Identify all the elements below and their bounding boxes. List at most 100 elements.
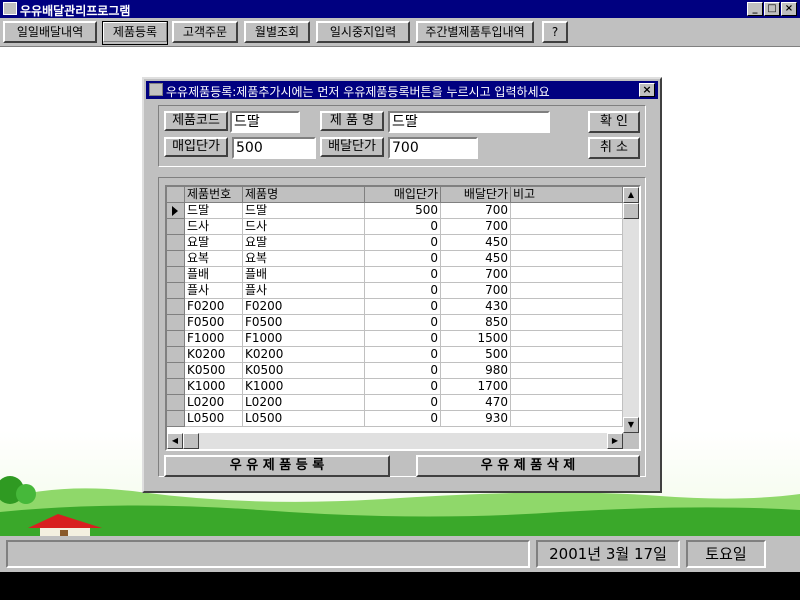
cell-buy-price[interactable]: 0 [365, 363, 441, 379]
table-row[interactable]: 요복 요복 0 450 [167, 251, 623, 267]
cell-name[interactable]: 드딸 [243, 203, 365, 219]
cell-sell-price[interactable]: 700 [441, 219, 511, 235]
cell-buy-price[interactable]: 0 [365, 331, 441, 347]
grid-header-buy-price[interactable]: 매입단가 [365, 187, 441, 203]
row-selector[interactable] [167, 203, 185, 219]
minimize-button[interactable]: _ [747, 2, 763, 16]
toolbar-monthly-query-button[interactable]: 월별조회 [244, 21, 310, 43]
table-row[interactable]: 플사 플사 0 700 [167, 283, 623, 299]
row-selector[interactable] [167, 331, 185, 347]
row-selector[interactable] [167, 395, 185, 411]
row-selector[interactable] [167, 283, 185, 299]
cell-note[interactable] [511, 411, 623, 427]
close-button[interactable]: × [781, 2, 797, 16]
cell-buy-price[interactable]: 0 [365, 267, 441, 283]
cell-buy-price[interactable]: 0 [365, 379, 441, 395]
cell-buy-price[interactable]: 0 [365, 251, 441, 267]
cell-sell-price[interactable]: 500 [441, 347, 511, 363]
grid-hscroll-track[interactable]: ◀ ▶ [167, 433, 623, 449]
table-row[interactable]: 드사 드사 0 700 [167, 219, 623, 235]
cell-note[interactable] [511, 379, 623, 395]
cell-name[interactable]: K0200 [243, 347, 365, 363]
cell-sell-price[interactable]: 700 [441, 203, 511, 219]
row-selector[interactable] [167, 267, 185, 283]
toolbar-daily-delivery-button[interactable]: 일일배달내역 [3, 21, 97, 43]
cell-buy-price[interactable]: 500 [365, 203, 441, 219]
cell-buy-price[interactable]: 0 [365, 299, 441, 315]
cell-buy-price[interactable]: 0 [365, 395, 441, 411]
row-selector[interactable] [167, 219, 185, 235]
cell-name[interactable]: F0500 [243, 315, 365, 331]
cell-name[interactable]: 요복 [243, 251, 365, 267]
table-row[interactable]: K0200 K0200 0 500 [167, 347, 623, 363]
grid-header-name[interactable]: 제품명 [243, 187, 365, 203]
table-row[interactable]: L0500 L0500 0 930 [167, 411, 623, 427]
product-grid[interactable]: 제품번호 제품명 매입단가 배달단가 비고 드딸 드딸 500 700 드사 드사 0 700… [165, 185, 641, 451]
grid-scroll-up-icon[interactable]: ▲ [623, 187, 639, 203]
row-selector[interactable] [167, 251, 185, 267]
cell-note[interactable] [511, 251, 623, 267]
cell-code[interactable]: 요복 [185, 251, 243, 267]
cell-sell-price[interactable]: 700 [441, 283, 511, 299]
cell-note[interactable] [511, 315, 623, 331]
row-selector[interactable] [167, 411, 185, 427]
table-row[interactable]: L0200 L0200 0 470 [167, 395, 623, 411]
delete-product-button[interactable]: 우 유 제 품 삭 제 [416, 455, 640, 477]
grid-vscroll-thumb[interactable] [623, 203, 639, 219]
cell-note[interactable] [511, 363, 623, 379]
row-selector[interactable] [167, 315, 185, 331]
grid-header-code[interactable]: 제품번호 [185, 187, 243, 203]
toolbar-weekly-product-button[interactable]: 주간별제품투입내역 [416, 21, 534, 43]
cell-name[interactable]: 플배 [243, 267, 365, 283]
cell-note[interactable] [511, 347, 623, 363]
cell-buy-price[interactable]: 0 [365, 283, 441, 299]
cell-name[interactable]: F0200 [243, 299, 365, 315]
cell-name[interactable]: 요딸 [243, 235, 365, 251]
cell-name[interactable]: 플사 [243, 283, 365, 299]
cell-sell-price[interactable]: 450 [441, 235, 511, 251]
cell-sell-price[interactable]: 470 [441, 395, 511, 411]
cell-sell-price[interactable]: 1700 [441, 379, 511, 395]
cell-buy-price[interactable]: 0 [365, 219, 441, 235]
cell-name[interactable]: 드사 [243, 219, 365, 235]
maximize-button[interactable]: □ [764, 2, 780, 16]
grid-scroll-right-icon[interactable]: ▶ [607, 433, 623, 449]
cell-code[interactable]: L0200 [185, 395, 243, 411]
cell-code[interactable]: F1000 [185, 331, 243, 347]
row-selector[interactable] [167, 363, 185, 379]
cell-note[interactable] [511, 283, 623, 299]
toolbar-pause-input-button[interactable]: 일시중지입력 [316, 21, 410, 43]
register-product-button[interactable]: 우 유 제 품 등 록 [164, 455, 390, 477]
cell-code[interactable]: K1000 [185, 379, 243, 395]
grid-header-note[interactable]: 비고 [511, 187, 623, 203]
cell-code[interactable]: 드딸 [185, 203, 243, 219]
row-selector[interactable] [167, 299, 185, 315]
toolbar-help-button[interactable]: ? [542, 21, 568, 43]
cell-code[interactable]: F0200 [185, 299, 243, 315]
cell-buy-price[interactable]: 0 [365, 411, 441, 427]
cell-code[interactable]: 요딸 [185, 235, 243, 251]
toolbar-customer-order-button[interactable]: 고객주문 [172, 21, 238, 43]
grid-scroll-down-icon[interactable]: ▼ [623, 417, 639, 433]
table-row[interactable]: K0500 K0500 0 980 [167, 363, 623, 379]
table-row[interactable]: F0500 F0500 0 850 [167, 315, 623, 331]
cell-sell-price[interactable]: 1500 [441, 331, 511, 347]
toolbar-product-register-button[interactable]: 제품등록 [102, 21, 168, 45]
cell-sell-price[interactable]: 450 [441, 251, 511, 267]
row-selector[interactable] [167, 379, 185, 395]
sell-price-field[interactable]: 700 [388, 137, 478, 159]
cell-code[interactable]: 드사 [185, 219, 243, 235]
cell-note[interactable] [511, 267, 623, 283]
cell-code[interactable]: 플배 [185, 267, 243, 283]
app-icon[interactable] [3, 2, 17, 15]
cell-buy-price[interactable]: 0 [365, 315, 441, 331]
cell-sell-price[interactable]: 930 [441, 411, 511, 427]
cell-sell-price[interactable]: 980 [441, 363, 511, 379]
cell-name[interactable]: K1000 [243, 379, 365, 395]
grid-header-sell-price[interactable]: 배달단가 [441, 187, 511, 203]
cell-code[interactable]: K0500 [185, 363, 243, 379]
product-name-field[interactable]: 드딸 [388, 111, 550, 133]
table-row[interactable]: 요딸 요딸 0 450 [167, 235, 623, 251]
cell-name[interactable]: L0200 [243, 395, 365, 411]
cell-sell-price[interactable]: 430 [441, 299, 511, 315]
